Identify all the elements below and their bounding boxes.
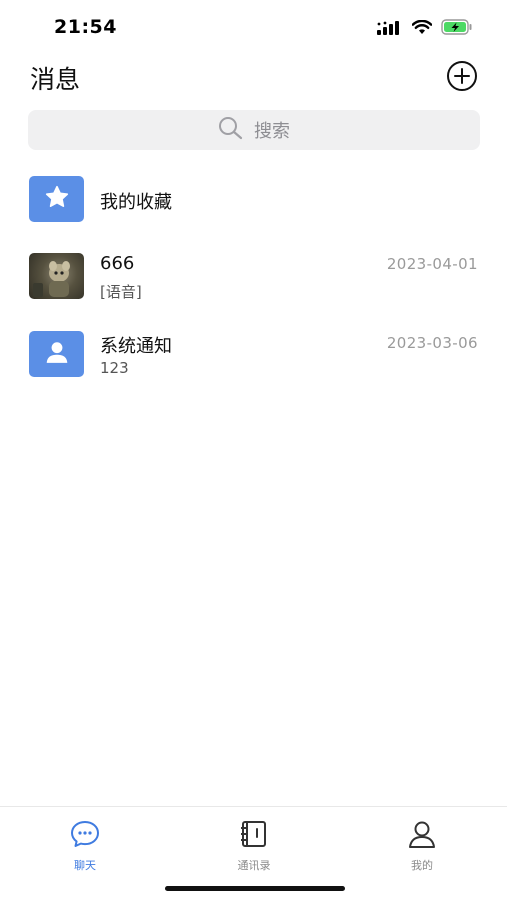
conversation-name: 系统通知 [100,336,172,357]
conversation-date: 2023-03-06 [386,334,478,352]
add-button[interactable] [445,61,479,95]
search-icon [218,116,244,144]
person-icon [44,339,70,369]
signal-icon [377,20,403,39]
plus-circle-icon [446,60,478,96]
conversation-preview: [语音] [100,283,142,301]
system-notice-avatar [29,331,84,377]
photo-avatar [29,253,84,299]
tab-profile[interactable]: 我的 [372,819,472,872]
status-bar: 21:54 [0,0,507,56]
tab-label: 我的 [411,859,433,872]
conversation-item-system-notice[interactable]: 系统通知 123 2023-03-06 [0,324,507,396]
tab-label: 通讯录 [237,859,271,872]
search-placeholder: 搜索 [254,121,290,142]
wifi-icon [411,19,433,39]
tab-chat[interactable]: 聊天 [35,819,135,872]
favorites-avatar [29,176,84,222]
nav-bar: 消息 [0,56,507,100]
home-indicator [165,886,345,891]
conversation-item-favorites[interactable]: 我的收藏 [0,165,507,237]
profile-icon [406,819,438,853]
search-bar[interactable]: 搜索 [28,110,480,150]
conversation-date: 2023-04-01 [386,255,478,273]
conversation-name: 666 [100,253,135,274]
chat-bubble-icon [69,819,101,853]
battery-charging-icon [441,19,473,39]
conversation-name: 我的收藏 [100,192,172,213]
conversation-preview: 123 [100,359,129,377]
contacts-book-icon [238,819,270,853]
status-icons [377,19,473,39]
page-title: 消息 [30,65,81,94]
star-icon [44,184,70,214]
conversation-item-666[interactable]: 666 [语音] 2023-04-01 [0,245,507,317]
status-time: 21:54 [54,16,117,38]
tab-contacts[interactable]: 通讯录 [204,819,304,872]
tab-label: 聊天 [74,859,96,872]
